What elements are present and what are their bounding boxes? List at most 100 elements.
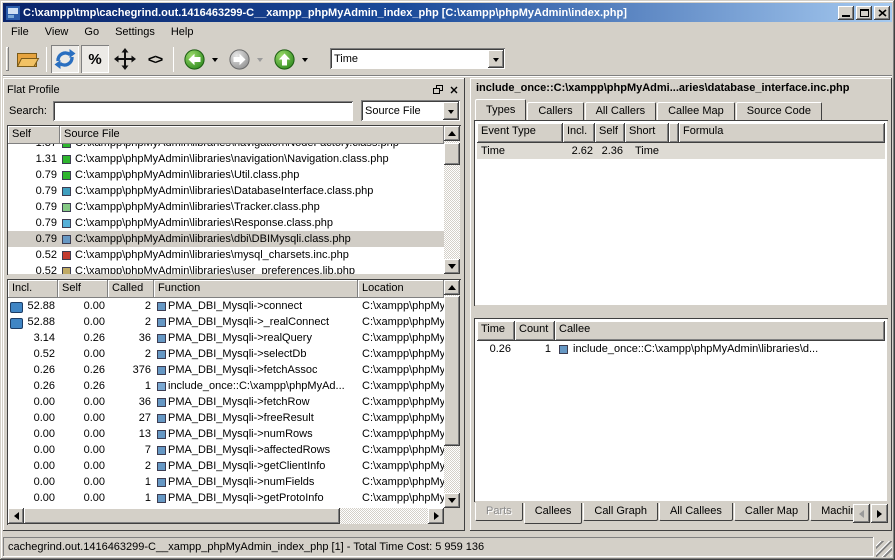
column-header-location[interactable]: Location xyxy=(358,280,444,298)
search-input[interactable] xyxy=(53,101,354,122)
toolbar-grip[interactable] xyxy=(6,47,9,71)
source-file-row[interactable]: 0.52 C:\xampp\phpMyAdmin\libraries\user_… xyxy=(8,263,444,274)
open-file-button[interactable] xyxy=(14,45,42,73)
column-header-incl[interactable]: Incl. xyxy=(8,280,58,298)
vscroll-thumb[interactable] xyxy=(444,296,460,446)
column-header-short[interactable]: Short xyxy=(625,123,669,143)
back-button[interactable] xyxy=(180,45,208,73)
call-count: 2 xyxy=(108,300,154,312)
source-file-row[interactable]: 0.79 C:\xampp\phpMyAdmin\libraries\Util.… xyxy=(8,167,444,183)
function-row[interactable]: 0.00 0.00 13 PMA_DBI_Mysqli->numRows C:\… xyxy=(8,426,444,442)
callee-row[interactable]: 0.26 1 include_once::C:\xampp\phpMyAdmin… xyxy=(477,341,885,357)
source-file-row[interactable]: 0.52 C:\xampp\phpMyAdmin\libraries\mysql… xyxy=(8,247,444,263)
hscroll-thumb[interactable] xyxy=(24,508,340,524)
scroll-up-button[interactable] xyxy=(444,280,460,295)
tab-callees[interactable]: Callees xyxy=(524,503,583,524)
tab-all-callees[interactable]: All Callees xyxy=(659,503,733,521)
function-name: PMA_DBI_Mysqli->fetchRow xyxy=(168,396,310,408)
column-header-called[interactable]: Called xyxy=(108,280,154,298)
grouping-combobox-arrow-button[interactable] xyxy=(443,102,459,120)
title-bar[interactable]: C:\xampp\tmp\cachegrind.out.1416463299-C… xyxy=(3,3,892,22)
tab-call-graph[interactable]: Call Graph xyxy=(583,503,658,521)
function-row[interactable]: 3.14 0.26 36 PMA_DBI_Mysqli->realQuery C… xyxy=(8,330,444,346)
function-row[interactable]: 0.00 0.00 2 PMA_DBI_Mysqli->getClientInf… xyxy=(8,458,444,474)
reload-button[interactable] xyxy=(51,45,79,73)
scroll-down-button[interactable] xyxy=(444,259,460,274)
resize-grip[interactable] xyxy=(876,541,892,557)
source-table-vscrollbar[interactable] xyxy=(444,126,460,274)
source-file-row[interactable]: 1.37 C:\xampp\phpMyAdmin\libraries\navig… xyxy=(8,144,444,151)
column-header-source-file[interactable]: Source File xyxy=(60,126,444,144)
tab-scroll-left-button[interactable] xyxy=(853,504,870,523)
function-row[interactable]: 0.00 0.00 1 PMA_DBI_Mysqli->numFields C:… xyxy=(8,474,444,490)
column-header-incl[interactable]: Incl. xyxy=(563,123,595,143)
function-row[interactable]: 0.52 0.00 2 PMA_DBI_Mysqli->selectDb C:\… xyxy=(8,346,444,362)
column-header-time[interactable]: Time xyxy=(477,321,515,341)
self-cost: 2.36 xyxy=(595,145,625,157)
event-type-combobox-arrow-button[interactable] xyxy=(488,50,504,68)
forward-button[interactable] xyxy=(225,45,253,73)
cycle-detection-button[interactable] xyxy=(111,45,139,73)
source-table-header: Self Source File xyxy=(8,126,444,144)
back-dropdown-arrow[interactable] xyxy=(212,58,218,65)
menu-help[interactable]: Help xyxy=(163,22,202,43)
shorten-templates-button[interactable]: <> xyxy=(141,45,169,73)
tab-callers[interactable]: Callers xyxy=(527,102,583,120)
column-header-count[interactable]: Count xyxy=(515,321,555,341)
column-header-callee[interactable]: Callee xyxy=(555,321,885,341)
float-dock-button[interactable] xyxy=(431,83,445,96)
close-dock-button[interactable] xyxy=(447,83,461,96)
menu-settings[interactable]: Settings xyxy=(107,22,163,43)
source-file-row[interactable]: 0.79 C:\xampp\phpMyAdmin\libraries\Datab… xyxy=(8,183,444,199)
menu-go[interactable]: Go xyxy=(76,22,107,43)
menu-file[interactable]: File xyxy=(3,22,37,43)
column-header-function[interactable]: Function xyxy=(154,280,358,298)
scroll-left-button[interactable] xyxy=(8,508,24,524)
tab-callee-map[interactable]: Callee Map xyxy=(657,102,735,120)
column-header-self[interactable]: Self xyxy=(8,126,60,144)
function-row[interactable]: 52.88 0.00 2 PMA_DBI_Mysqli->_realConnec… xyxy=(8,314,444,330)
forward-dropdown-arrow[interactable] xyxy=(257,58,263,65)
column-header-self[interactable]: Self xyxy=(58,280,108,298)
source-file-row[interactable]: 0.79 C:\xampp\phpMyAdmin\libraries\Track… xyxy=(8,199,444,215)
grouping-combobox[interactable]: Source File xyxy=(361,100,461,122)
maximize-button[interactable] xyxy=(856,6,872,20)
event-type-combobox[interactable]: Time xyxy=(330,48,506,70)
function-row[interactable]: 0.26 0.26 1 include_once::C:\xampp\phpMy… xyxy=(8,378,444,394)
function-row[interactable]: 0.26 0.26 376 PMA_DBI_Mysqli->fetchAssoc… xyxy=(8,362,444,378)
function-table-hscrollbar[interactable] xyxy=(8,508,444,524)
self-cost: 0.26 xyxy=(58,380,108,392)
vscroll-thumb[interactable] xyxy=(444,143,460,165)
tab-source-code[interactable]: Source Code xyxy=(736,102,822,120)
function-row[interactable]: 0.00 0.00 7 PMA_DBI_Mysqli->affectedRows… xyxy=(8,442,444,458)
source-file-row[interactable]: 0.79 C:\xampp\phpMyAdmin\libraries\Respo… xyxy=(8,215,444,231)
tab-parts[interactable]: Parts xyxy=(475,503,523,521)
function-row[interactable]: 52.88 0.00 2 PMA_DBI_Mysqli->connect C:\… xyxy=(8,298,444,314)
scroll-up-button[interactable] xyxy=(444,126,460,141)
column-header-event-type[interactable]: Event Type xyxy=(477,123,563,143)
tab-machine-code[interactable]: Machine xyxy=(810,503,853,521)
up-button[interactable] xyxy=(270,45,298,73)
minimize-button[interactable] xyxy=(838,6,854,20)
close-button[interactable] xyxy=(874,6,890,20)
dock-header[interactable]: Flat Profile xyxy=(7,81,461,98)
column-header-self[interactable]: Self xyxy=(595,123,625,143)
function-row[interactable]: 0.00 0.00 36 PMA_DBI_Mysqli->fetchRow C:… xyxy=(8,394,444,410)
function-row[interactable]: 0.00 0.00 27 PMA_DBI_Mysqli->freeResult … xyxy=(8,410,444,426)
source-file-row[interactable]: 1.31 C:\xampp\phpMyAdmin\libraries\navig… xyxy=(8,151,444,167)
function-table-vscrollbar[interactable] xyxy=(444,280,460,508)
scroll-down-button[interactable] xyxy=(444,493,460,508)
function-row[interactable]: 0.00 0.00 1 PMA_DBI_Mysqli->getProtoInfo… xyxy=(8,490,444,506)
tab-caller-map[interactable]: Caller Map xyxy=(734,503,809,521)
tab-scroll-right-button[interactable] xyxy=(871,504,888,523)
tab-all-callers[interactable]: All Callers xyxy=(585,102,657,120)
column-header-formula[interactable]: Formula xyxy=(679,123,885,143)
event-type-row-selected[interactable]: Time 2.62 2.36 Time xyxy=(477,143,885,159)
relative-percent-button[interactable]: % xyxy=(81,45,109,73)
scroll-right-button[interactable] xyxy=(428,508,444,524)
up-dropdown-arrow[interactable] xyxy=(302,58,308,65)
source-file-row-selected[interactable]: 0.79 C:\xampp\phpMyAdmin\libraries\dbi\D… xyxy=(8,231,444,247)
tab-types[interactable]: Types xyxy=(475,99,526,120)
column-header-spacer[interactable] xyxy=(669,123,679,143)
menu-view[interactable]: View xyxy=(37,22,77,43)
